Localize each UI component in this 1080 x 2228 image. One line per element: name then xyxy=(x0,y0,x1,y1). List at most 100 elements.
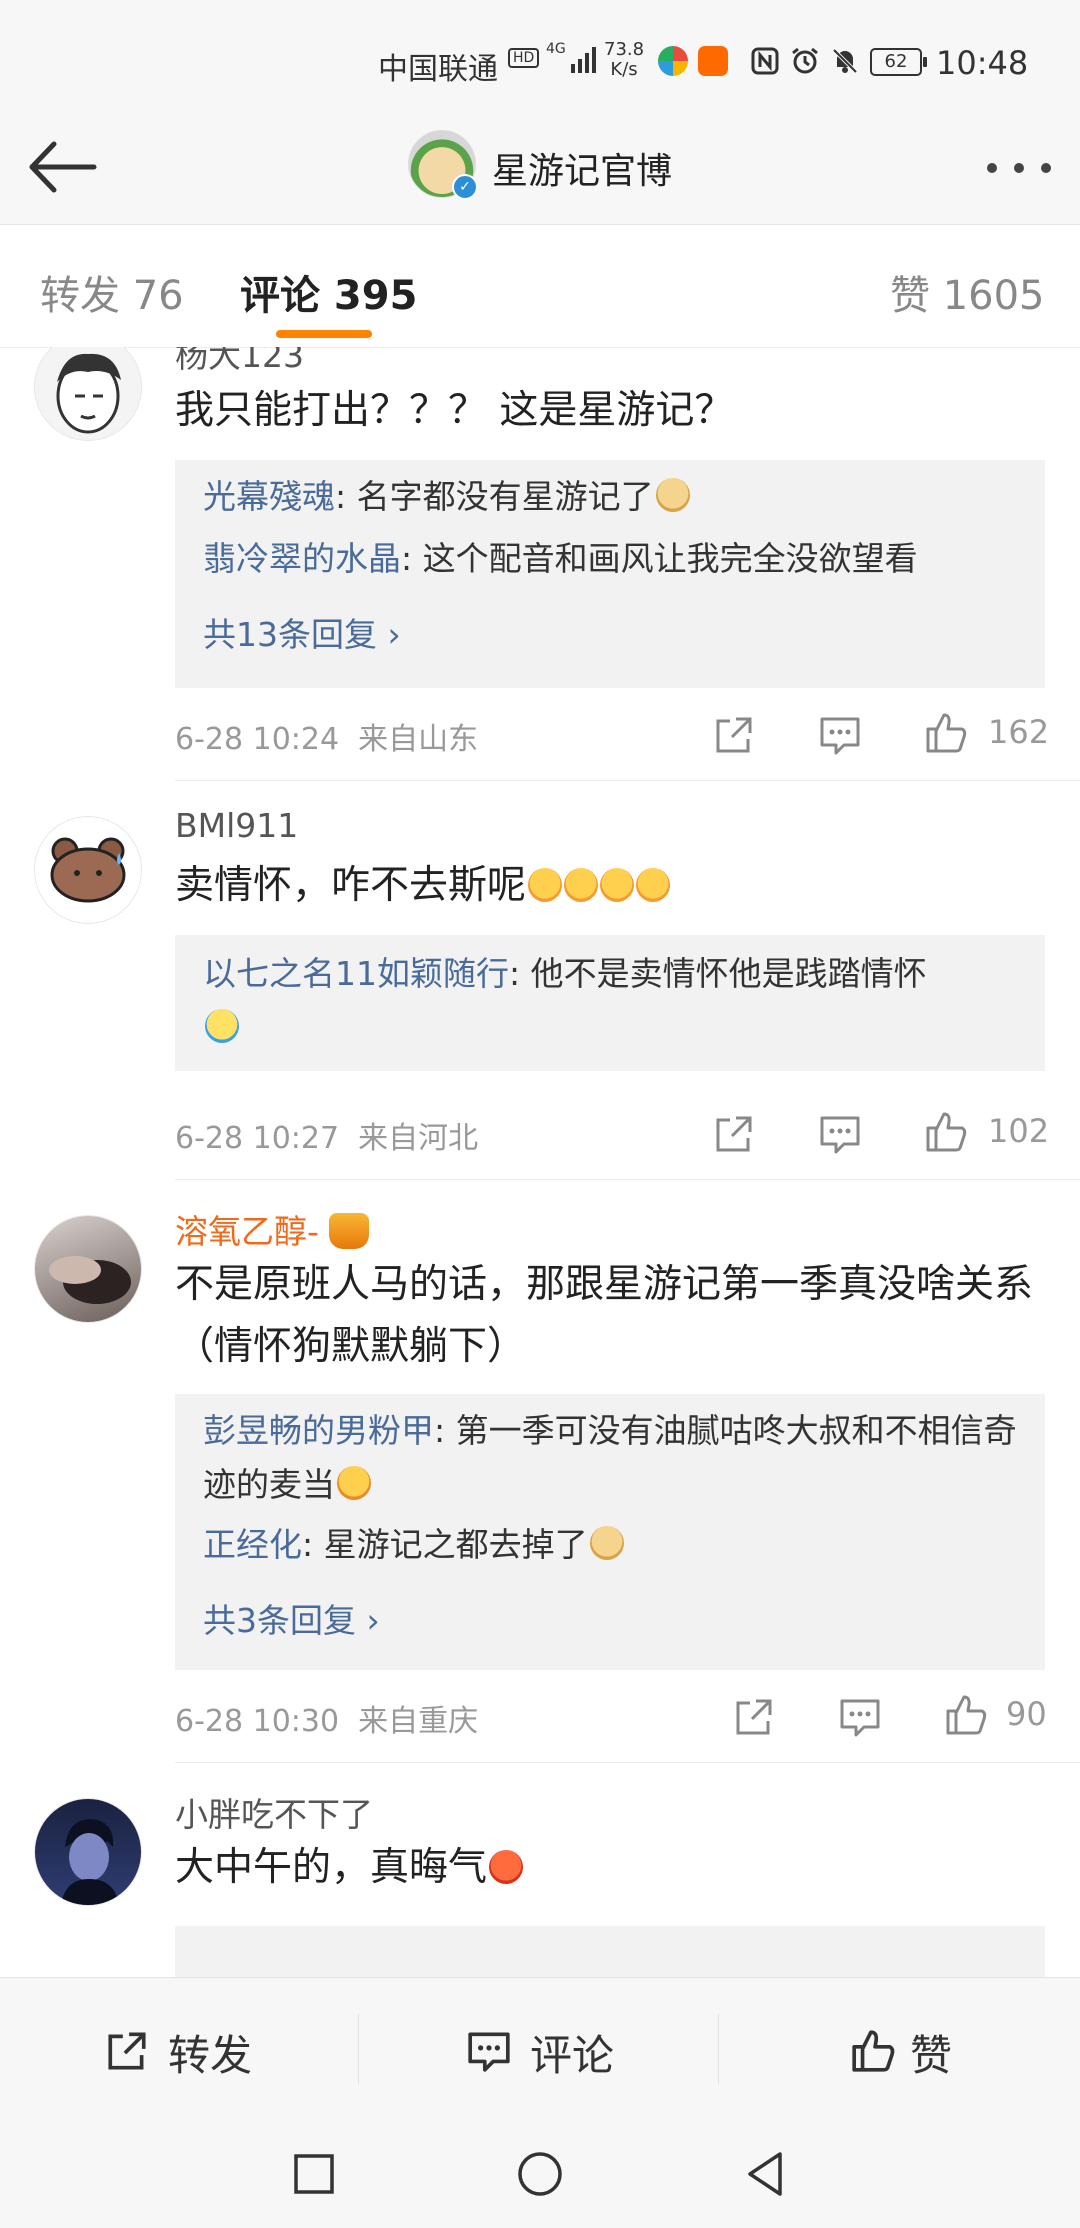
like-label: 赞 xyxy=(910,2031,953,2080)
hd-badge: HD xyxy=(508,48,540,68)
more-replies-link[interactable]: 共3条回复 › xyxy=(203,1594,380,1642)
share-icon xyxy=(108,2032,146,2070)
reply-username[interactable]: 彭昱畅的男粉甲 xyxy=(203,1411,434,1450)
crying-emoji-icon xyxy=(636,868,671,902)
crying-emoji-icon xyxy=(564,868,599,902)
home-icon[interactable] xyxy=(510,2144,570,2204)
reply-item[interactable]: 以七之名11如颖随行: 他不是卖情怀他是践踏情怀 xyxy=(203,947,1023,1055)
like-thumb-icon[interactable] xyxy=(924,1110,968,1154)
like-thumb-icon xyxy=(852,2030,895,2072)
reply-preview-box[interactable]: 光幕殘魂: 名字都没有星游记了 翡冷翠的水晶: 这个配音和画风让我完全没欲望看 … xyxy=(175,460,1045,688)
comment-username[interactable]: 小胖吃不下了 xyxy=(175,1788,373,1836)
user-avatar[interactable] xyxy=(34,1798,142,1906)
carrier-name: 中国联通 xyxy=(378,52,498,87)
vip-crown-icon xyxy=(328,1213,369,1249)
comment-location: 来自重庆 xyxy=(358,1704,479,1739)
like-button[interactable]: 赞 xyxy=(846,1978,976,2120)
page-title[interactable]: 星游记官博 xyxy=(492,142,672,194)
comment-time: 6-28 10:30 xyxy=(175,1704,340,1739)
share-icon[interactable] xyxy=(732,1695,776,1739)
reply-username[interactable]: 翡冷翠的水晶 xyxy=(203,539,401,578)
comment-meta: 6-28 10:27 来自河北 xyxy=(175,1113,478,1157)
crying-emoji-icon xyxy=(600,868,635,902)
comment-username[interactable]: 杨大123 xyxy=(175,347,304,377)
app-notification-icon xyxy=(658,46,688,76)
reply-text: : 这个配音和画风让我完全没欲望看 xyxy=(401,539,918,578)
comment-meta: 6-28 10:30 来自重庆 xyxy=(175,1696,478,1740)
comment-list[interactable]: 杨大123 我只能打出？？？ 这是星游记？ 光幕殘魂: 名字都没有星游记了 翡冷… xyxy=(0,347,1080,1977)
like-count: 90 xyxy=(1006,1695,1047,1733)
verified-badge-icon: ✓ xyxy=(452,174,478,200)
divider xyxy=(175,1179,1080,1180)
comment-text: 卖情怀，咋不去斯呢 xyxy=(175,855,1035,917)
reply-preview-box[interactable] xyxy=(175,1926,1045,1977)
reply-item[interactable]: 彭昱畅的男粉甲: 第一季可没有油腻咕咚大叔和不相信奇迹的麦当 xyxy=(203,1404,1023,1512)
alarm-icon xyxy=(792,47,818,74)
like-thumb-icon[interactable] xyxy=(924,711,968,755)
tab-comments[interactable]: 评论 395 xyxy=(240,263,417,321)
comment-text: 不是原班人马的话，那跟星游记第一季真没啥关系（情怀狗默默躺下） xyxy=(175,1262,1034,1369)
reply-preview-box[interactable]: 以七之名11如颖随行: 他不是卖情怀他是践踏情怀 xyxy=(175,935,1045,1071)
separator xyxy=(358,2014,359,2084)
back-arrow-icon[interactable] xyxy=(24,132,100,202)
repost-label: 转发 xyxy=(168,2031,253,2080)
tab-repost[interactable]: 转发 76 xyxy=(40,263,184,321)
repost-button[interactable]: 转发 xyxy=(100,1978,270,2120)
more-replies-link[interactable]: 共13条回复 › xyxy=(203,608,401,656)
like-count: 102 xyxy=(988,1112,1050,1150)
comment-icon[interactable] xyxy=(818,713,862,757)
tab-likes[interactable]: 赞 1605 xyxy=(890,263,1045,321)
network-speed: 73.8 K/s xyxy=(604,39,645,80)
divider xyxy=(175,780,1080,781)
clock: 10:48 xyxy=(936,44,1029,82)
comment-text: 大中午的，真晦气 xyxy=(175,1837,1035,1899)
reply-username[interactable]: 以七之名11如颖随行 xyxy=(203,954,509,993)
signal-icon xyxy=(571,47,596,73)
tab-bar: 转发 76 评论 395 赞 1605 xyxy=(0,225,1080,348)
like-thumb-icon[interactable] xyxy=(944,1693,988,1737)
reply-item[interactable]: 光幕殘魂: 名字都没有星游记了 xyxy=(203,470,1023,524)
comment-username[interactable]: 溶氧乙醇- xyxy=(175,1205,369,1253)
user-avatar[interactable] xyxy=(34,816,142,924)
comment-text: 我只能打出？？？ 这是星游记？ xyxy=(175,388,734,433)
reply-text: : 星游记之都去掉了 xyxy=(302,1525,588,1564)
comment-location: 来自河北 xyxy=(358,1121,479,1156)
title-bar: ✓ 星游记官博 xyxy=(0,110,1080,225)
reply-text: : 名字都没有星游记了 xyxy=(335,477,654,516)
divider xyxy=(175,1762,1080,1763)
doge-emoji-icon xyxy=(589,1526,624,1560)
comment-icon[interactable] xyxy=(838,1695,882,1739)
mute-bell-icon xyxy=(832,48,858,74)
surprised-emoji-icon xyxy=(337,1466,371,1500)
share-icon[interactable] xyxy=(712,713,756,757)
battery-indicator: 62 xyxy=(870,48,927,76)
share-icon[interactable] xyxy=(712,1112,756,1156)
active-tab-indicator xyxy=(276,330,372,338)
comment-icon[interactable] xyxy=(818,1112,862,1156)
bottom-action-bar: 转发 评论 赞 xyxy=(0,1977,1080,2120)
separator xyxy=(718,2014,719,2084)
reply-username[interactable]: 光幕殘魂 xyxy=(203,477,335,516)
system-nav-bar xyxy=(0,2120,1080,2228)
user-avatar[interactable] xyxy=(34,1215,142,1323)
like-count: 162 xyxy=(988,713,1050,751)
nfc-icon xyxy=(751,47,779,75)
user-avatar[interactable] xyxy=(34,347,142,441)
comment-time: 6-28 10:24 xyxy=(175,722,340,757)
back-triangle-icon[interactable] xyxy=(736,2144,796,2204)
comment-button[interactable]: 评论 xyxy=(462,1978,632,2120)
more-options-icon[interactable] xyxy=(984,156,1054,180)
recent-apps-icon[interactable] xyxy=(284,2144,344,2204)
reply-item[interactable]: 正经化: 星游记之都去掉了 xyxy=(203,1518,1023,1572)
comment-time: 6-28 10:27 xyxy=(175,1121,340,1156)
reply-username[interactable]: 正经化 xyxy=(203,1525,302,1564)
comment-username[interactable]: BMl911 xyxy=(175,806,298,845)
network-type: 4G xyxy=(546,41,566,57)
comment-icon xyxy=(468,2032,510,2072)
reply-item[interactable]: 翡冷翠的水晶: 这个配音和画风让我完全没欲望看 xyxy=(203,532,1023,586)
crying-emoji-icon xyxy=(528,868,563,902)
comment-meta: 6-28 10:24 来自山东 xyxy=(175,714,478,758)
laugh-cry-emoji-icon xyxy=(205,1009,239,1043)
comment-location: 来自山东 xyxy=(358,722,479,757)
reply-preview-box[interactable]: 彭昱畅的男粉甲: 第一季可没有油腻咕咚大叔和不相信奇迹的麦当 正经化: 星游记之… xyxy=(175,1394,1045,1670)
